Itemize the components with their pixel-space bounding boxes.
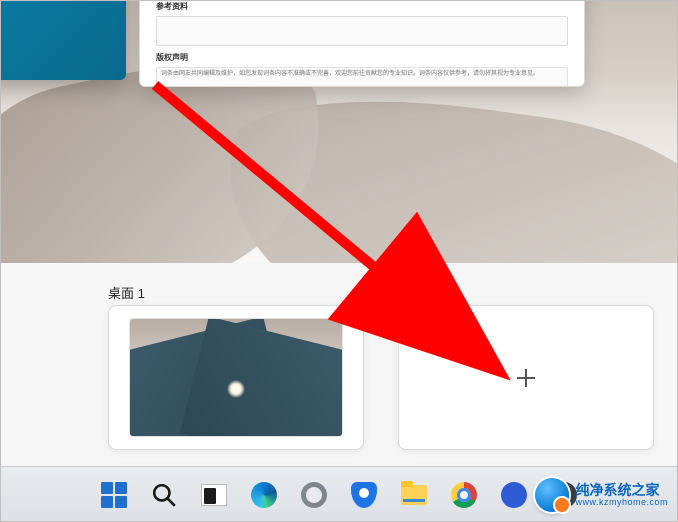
folder-icon	[401, 485, 427, 505]
mail-icon	[501, 482, 527, 508]
watermark-title: 纯净系统之家	[575, 483, 668, 498]
mail-app[interactable]	[493, 474, 535, 516]
chrome-app[interactable]	[443, 474, 485, 516]
desktop-1-label: 桌面 1	[108, 283, 145, 302]
task-view-strip: 桌面 1 新建桌面	[0, 263, 678, 466]
plus-icon	[517, 369, 535, 387]
window-thumbnail[interactable]	[0, 0, 126, 80]
task-view-button[interactable]	[193, 474, 235, 516]
watermark-url: www.kzmyhome.com	[575, 498, 668, 507]
shield-icon	[351, 482, 377, 508]
settings-app[interactable]	[293, 474, 335, 516]
section-heading: 版权声明	[156, 52, 568, 63]
task-view-icon	[201, 484, 227, 506]
search-icon	[151, 482, 177, 508]
security-app[interactable]	[343, 474, 385, 516]
desktop-1-card[interactable]	[108, 305, 364, 450]
active-desktop-area: 参考资料 版权声明 词条由网友共同编辑及维护，如您发现词条内容不准确或不完善，欢…	[0, 0, 678, 263]
new-desktop-card[interactable]	[398, 305, 654, 450]
file-explorer-app[interactable]	[393, 474, 435, 516]
gear-icon	[301, 482, 327, 508]
watermark-logo-icon	[535, 478, 569, 512]
window-thumbnail[interactable]: 参考资料 版权声明 词条由网友共同编辑及维护，如您发现词条内容不准确或不完善，欢…	[139, 0, 585, 87]
windows-icon	[101, 482, 127, 508]
desktop-1-wallpaper	[129, 318, 343, 437]
start-button[interactable]	[93, 474, 135, 516]
chrome-icon	[451, 482, 477, 508]
watermark: 纯净系统之家 www.kzmyhome.com	[531, 474, 672, 516]
search-button[interactable]	[143, 474, 185, 516]
section-heading: 参考资料	[156, 1, 568, 12]
textarea	[156, 16, 568, 46]
mountain-shape	[180, 318, 343, 437]
window-section: 参考资料 版权声明 词条由网友共同编辑及维护，如您发现词条内容不准确或不完善，欢…	[156, 1, 568, 87]
watermark-text: 纯净系统之家 www.kzmyhome.com	[575, 483, 668, 507]
edge-app[interactable]	[243, 474, 285, 516]
new-desktop-label: 新建桌面	[398, 283, 450, 302]
fineprint-box: 词条由网友共同编辑及维护，如您发现词条内容不准确或不完善，欢迎您前往贡献您的专业…	[156, 67, 568, 87]
edge-icon	[251, 482, 277, 508]
